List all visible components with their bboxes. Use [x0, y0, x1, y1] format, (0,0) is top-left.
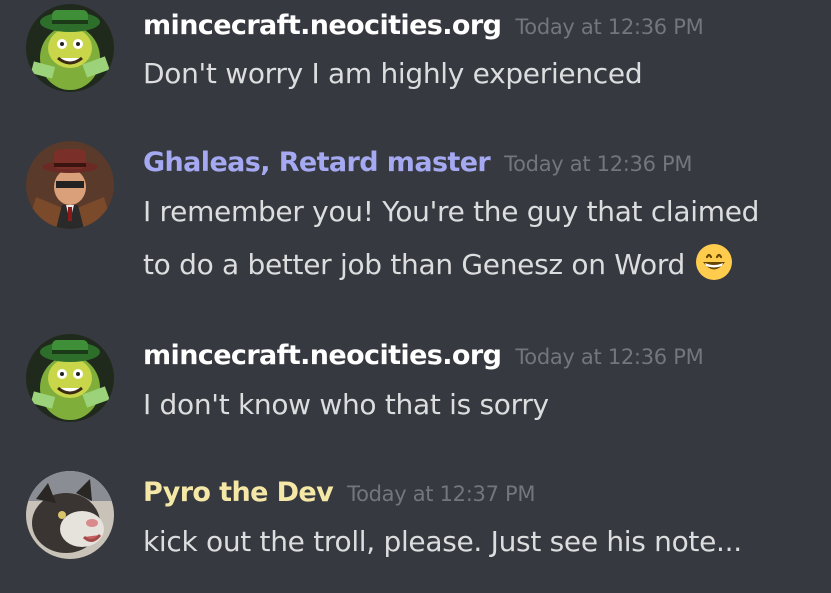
- message-list: mincecraft.neocities.org Today at 12:36 P…: [0, 0, 831, 593]
- hat-suit-character-icon: [26, 141, 114, 229]
- message-text-line-2: to do a better job than Genesz on Word: [143, 239, 733, 291]
- user-avatar[interactable]: [26, 334, 114, 422]
- message-header: Ghaleas, Retard master Today at 12:36 PM: [143, 147, 693, 187]
- username[interactable]: Ghaleas, Retard master: [143, 147, 491, 178]
- message-header: mincecraft.neocities.org Today at 12:36 P…: [143, 10, 704, 50]
- cat-photo-icon: [26, 471, 114, 559]
- message-text: I remember you! You're the guy that clai…: [143, 195, 760, 228]
- user-avatar[interactable]: [26, 4, 114, 92]
- username[interactable]: mincecraft.neocities.org: [143, 10, 502, 41]
- grinning-face-emoji-icon: [695, 243, 733, 281]
- message-text-content: to do a better job than Genesz on Word: [143, 248, 686, 281]
- green-money-character-icon: [26, 334, 114, 422]
- message-header: mincecraft.neocities.org Today at 12:36 P…: [143, 340, 704, 380]
- timestamp[interactable]: Today at 12:37 PM: [347, 482, 535, 506]
- timestamp[interactable]: Today at 12:36 PM: [515, 345, 703, 369]
- message-text: Don't worry I am highly experienced: [143, 57, 643, 90]
- timestamp[interactable]: Today at 12:36 PM: [515, 15, 703, 39]
- timestamp[interactable]: Today at 12:36 PM: [504, 152, 692, 176]
- message-header: Pyro the Dev Today at 12:37 PM: [143, 477, 536, 517]
- username[interactable]: mincecraft.neocities.org: [143, 340, 502, 371]
- message-text: kick out the troll, please. Just see his…: [143, 525, 742, 558]
- green-money-character-icon: [26, 4, 114, 92]
- username[interactable]: Pyro the Dev: [143, 477, 334, 508]
- message-text: I don't know who that is sorry: [143, 388, 549, 421]
- user-avatar[interactable]: [26, 141, 114, 229]
- user-avatar[interactable]: [26, 471, 114, 559]
